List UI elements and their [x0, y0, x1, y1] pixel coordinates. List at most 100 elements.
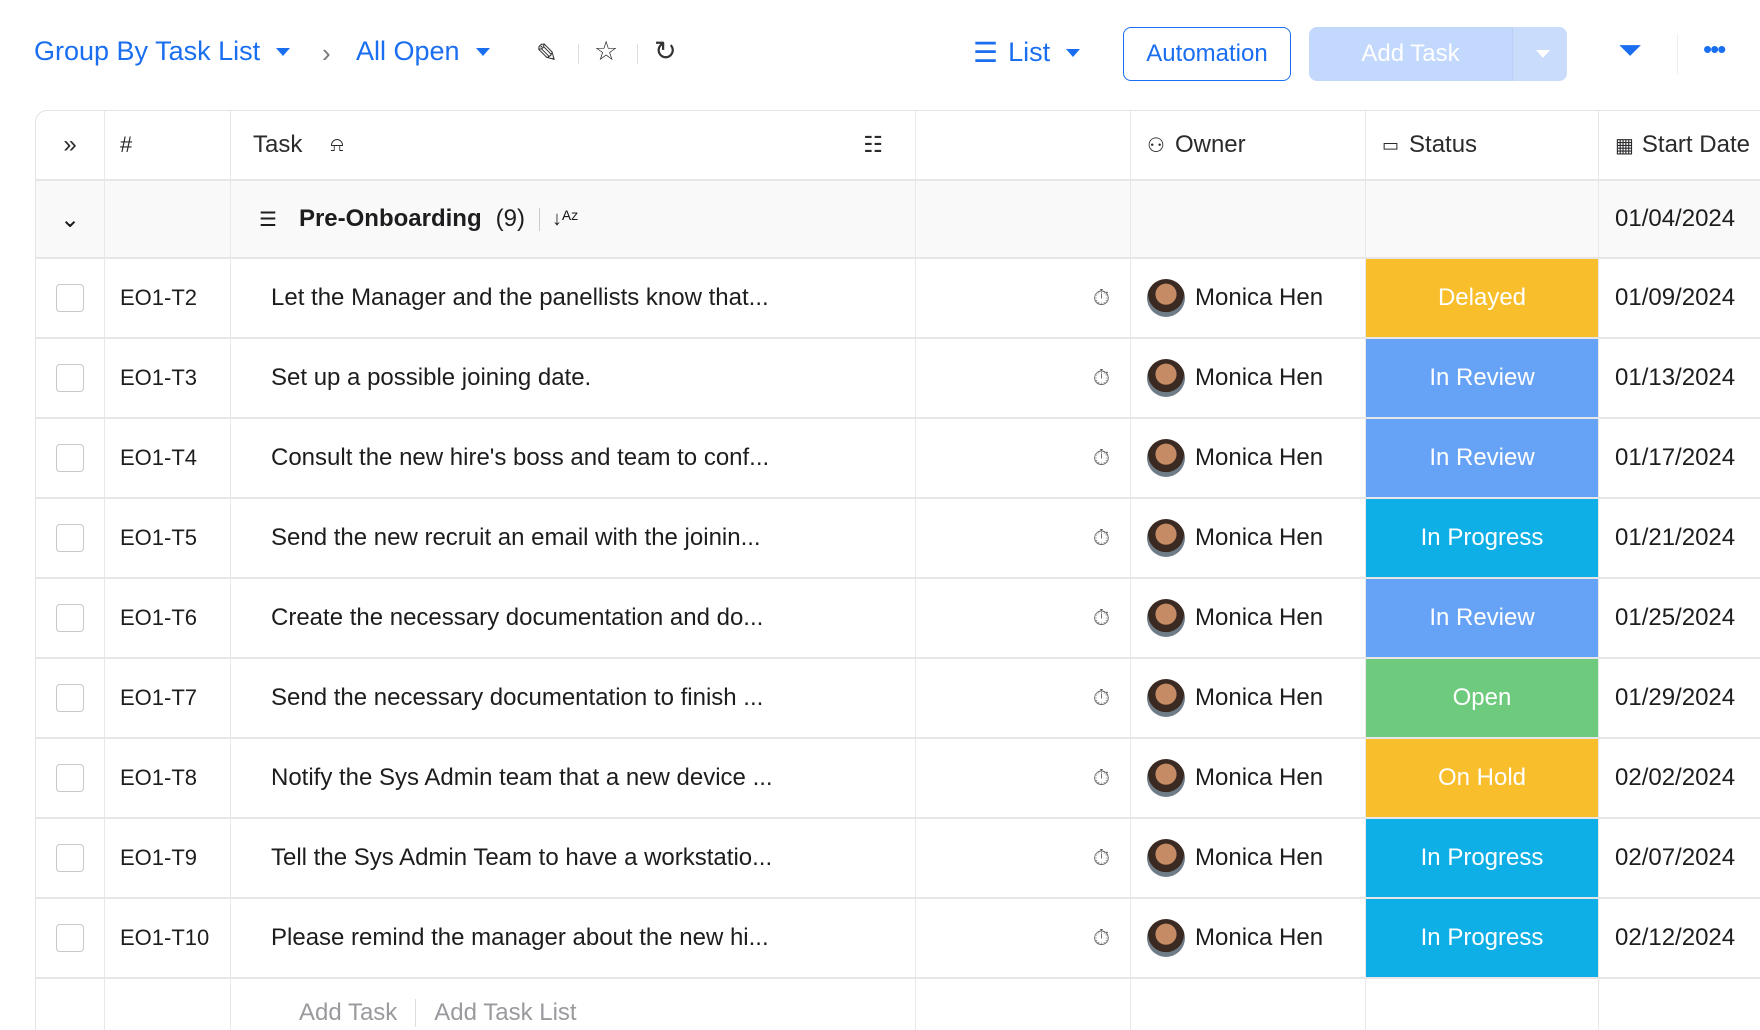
task-name[interactable]: Send the necessary documentation to fini…: [231, 659, 916, 737]
table-row[interactable]: EO1-T7 Send the necessary documentation …: [36, 659, 1760, 739]
start-date[interactable]: 02/12/2024: [1599, 899, 1760, 977]
filter-icon[interactable]: ⏷: [1618, 34, 1642, 68]
table-row[interactable]: EO1-T9 Tell the Sys Admin Team to have a…: [36, 819, 1760, 899]
status-cell[interactable]: In Review: [1366, 579, 1599, 657]
status-cell[interactable]: Open: [1366, 659, 1599, 737]
column-header-owner[interactable]: ⚇ Owner: [1131, 111, 1366, 179]
automation-button[interactable]: Automation: [1123, 27, 1291, 81]
row-checkbox[interactable]: [56, 924, 84, 952]
start-date[interactable]: 01/25/2024: [1599, 579, 1760, 657]
task-name[interactable]: Set up a possible joining date.: [231, 339, 916, 417]
table-row[interactable]: EO1-T10 Please remind the manager about …: [36, 899, 1760, 979]
avatar: [1147, 919, 1185, 957]
owner-cell[interactable]: Monica Hen: [1131, 659, 1366, 737]
owner-cell[interactable]: Monica Hen: [1131, 819, 1366, 897]
timer-icon[interactable]: ⏱: [1093, 845, 1110, 871]
start-date[interactable]: 01/21/2024: [1599, 499, 1760, 577]
task-id: EO1-T2: [105, 259, 231, 337]
timer-icon[interactable]: ⏱: [1093, 365, 1110, 391]
status-cell[interactable]: In Progress: [1366, 819, 1599, 897]
owner-cell[interactable]: Monica Hen: [1131, 899, 1366, 977]
group-start-date: 01/04/2024: [1615, 205, 1736, 232]
status-cell[interactable]: On Hold: [1366, 739, 1599, 817]
row-checkbox[interactable]: [56, 764, 84, 792]
table-row[interactable]: EO1-T5 Send the new recruit an email wit…: [36, 499, 1760, 579]
start-date[interactable]: 01/17/2024: [1599, 419, 1760, 497]
row-checkbox[interactable]: [56, 364, 84, 392]
start-date[interactable]: 01/29/2024: [1599, 659, 1760, 737]
task-name[interactable]: Create the necessary documentation and d…: [231, 579, 916, 657]
start-date[interactable]: 01/09/2024: [1599, 259, 1760, 337]
timer-icon[interactable]: ⏱: [1093, 525, 1110, 551]
table-row[interactable]: EO1-T8 Notify the Sys Admin team that a …: [36, 739, 1760, 819]
owner-name: Monica Hen: [1195, 844, 1324, 871]
row-checkbox[interactable]: [56, 524, 84, 552]
row-checkbox[interactable]: [56, 684, 84, 712]
pencil-icon[interactable]: ✎: [536, 38, 558, 69]
status-badge: In Progress: [1366, 499, 1598, 577]
timer-icon[interactable]: ⏱: [1093, 925, 1110, 951]
group-name[interactable]: Pre-Onboarding: [299, 205, 482, 233]
start-date[interactable]: 02/02/2024: [1599, 739, 1760, 817]
owner-cell[interactable]: Monica Hen: [1131, 419, 1366, 497]
avatar: [1147, 839, 1185, 877]
table-row[interactable]: EO1-T2 Let the Manager and the panellist…: [36, 259, 1760, 339]
status-cell[interactable]: In Review: [1366, 339, 1599, 417]
row-checkbox[interactable]: [56, 844, 84, 872]
task-name[interactable]: Tell the Sys Admin Team to have a workst…: [231, 819, 916, 897]
subtasks-icon[interactable]: ☷: [863, 132, 883, 158]
timer-icon[interactable]: ⏱: [1093, 285, 1110, 311]
sort-az-icon[interactable]: ↓ᴬᶻ: [538, 207, 578, 231]
table-row[interactable]: EO1-T6 Create the necessary documentatio…: [36, 579, 1760, 659]
blank-cell: [36, 979, 105, 1030]
group-by-dropdown[interactable]: Group By Task List: [34, 36, 291, 67]
add-task-dropdown[interactable]: [1512, 27, 1567, 81]
table-row[interactable]: EO1-T3 Set up a possible joining date. ⏱…: [36, 339, 1760, 419]
column-header-start-date[interactable]: ▦ Start Date: [1599, 111, 1760, 179]
timer-icon[interactable]: ⏱: [1093, 445, 1110, 471]
add-task-link[interactable]: Add Task: [299, 999, 417, 1027]
task-name[interactable]: Notify the Sys Admin team that a new dev…: [231, 739, 916, 817]
blank-cell: [1131, 979, 1366, 1030]
timer-cell: ⏱: [916, 819, 1131, 897]
refresh-icon[interactable]: ↻: [654, 36, 677, 67]
star-icon[interactable]: ☆: [594, 36, 618, 67]
view-mode-dropdown[interactable]: ☰ List: [973, 36, 1081, 69]
table-row[interactable]: EO1-T4 Consult the new hire's boss and t…: [36, 419, 1760, 499]
task-name[interactable]: Consult the new hire's boss and team to …: [231, 419, 916, 497]
column-header-status[interactable]: ▭ Status: [1366, 111, 1599, 179]
status-cell[interactable]: In Progress: [1366, 899, 1599, 977]
row-checkbox[interactable]: [56, 444, 84, 472]
owner-cell[interactable]: Monica Hen: [1131, 259, 1366, 337]
row-checkbox[interactable]: [56, 604, 84, 632]
blank-cell: [916, 979, 1131, 1030]
status-badge: On Hold: [1366, 739, 1598, 817]
group-owner-cell: [1131, 181, 1366, 257]
group-by-label: Group By Task List: [34, 36, 261, 66]
owner-name: Monica Hen: [1195, 364, 1324, 391]
timer-icon[interactable]: ⏱: [1093, 685, 1110, 711]
timer-icon[interactable]: ⏱: [1093, 605, 1110, 631]
owner-cell[interactable]: Monica Hen: [1131, 579, 1366, 657]
owner-cell[interactable]: Monica Hen: [1131, 499, 1366, 577]
status-cell[interactable]: In Review: [1366, 419, 1599, 497]
owner-cell[interactable]: Monica Hen: [1131, 339, 1366, 417]
task-name[interactable]: Let the Manager and the panellists know …: [231, 259, 916, 337]
task-name[interactable]: Please remind the manager about the new …: [231, 899, 916, 977]
add-task-button[interactable]: Add Task: [1309, 27, 1512, 81]
start-date[interactable]: 02/07/2024: [1599, 819, 1760, 897]
row-checkbox[interactable]: [56, 284, 84, 312]
timer-icon[interactable]: ⏱: [1093, 765, 1110, 791]
avatar: [1147, 599, 1185, 637]
task-name[interactable]: Send the new recruit an email with the j…: [231, 499, 916, 577]
column-header-task[interactable]: Task ⍾ ☷: [231, 111, 916, 179]
start-date[interactable]: 01/13/2024: [1599, 339, 1760, 417]
collapse-all-icon[interactable]: »: [36, 111, 105, 179]
add-task-list-link[interactable]: Add Task List: [416, 999, 576, 1027]
status-cell[interactable]: Delayed: [1366, 259, 1599, 337]
owner-cell[interactable]: Monica Hen: [1131, 739, 1366, 817]
status-cell[interactable]: In Progress: [1366, 499, 1599, 577]
collapse-group-icon[interactable]: ⌄: [36, 181, 105, 257]
more-options-icon[interactable]: •••: [1703, 34, 1726, 65]
view-filter-dropdown[interactable]: All Open: [356, 36, 490, 67]
